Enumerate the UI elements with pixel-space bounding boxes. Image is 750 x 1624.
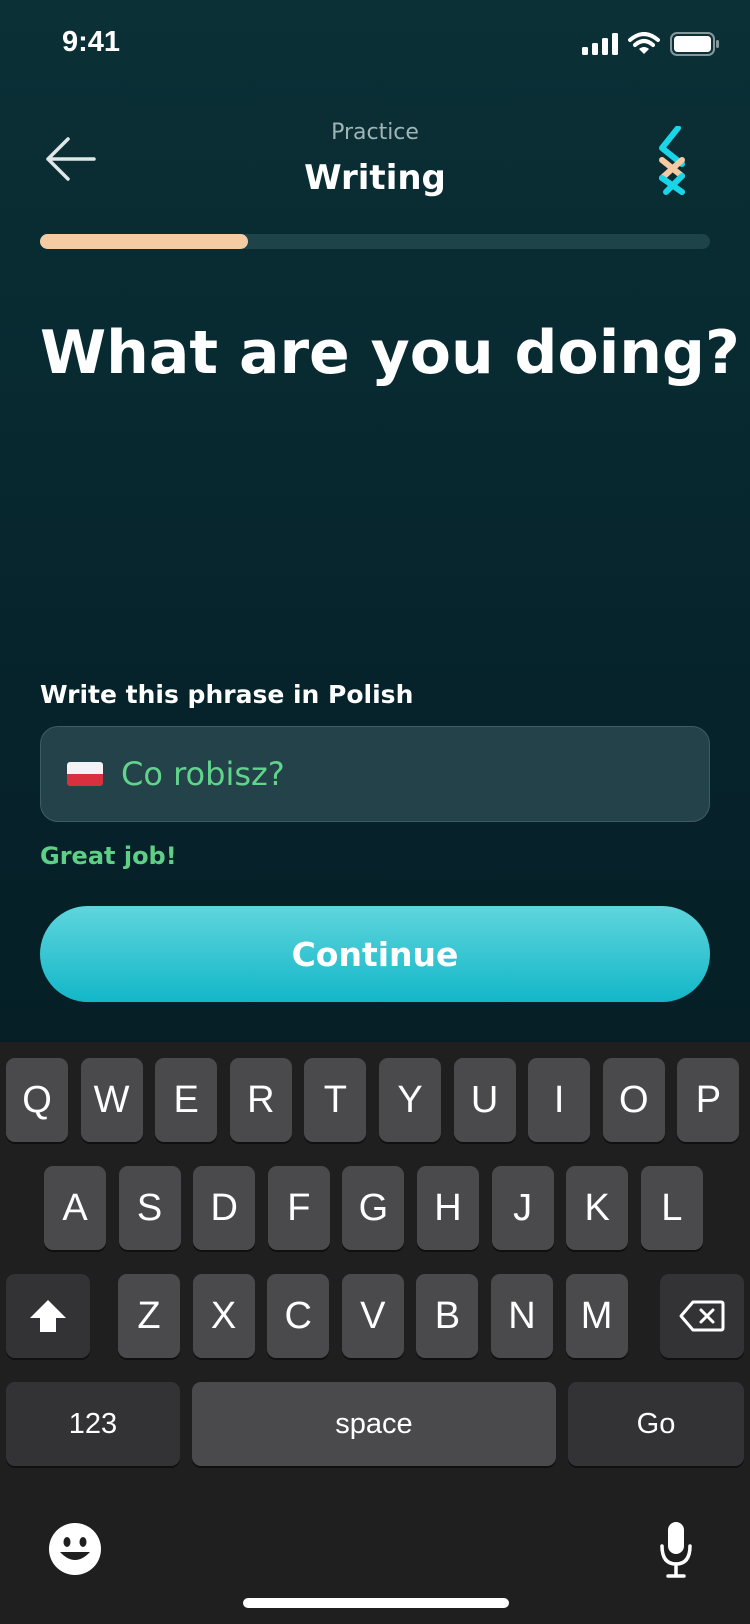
key-q[interactable]: Q [6,1058,68,1142]
key-m[interactable]: M [565,1274,628,1358]
header-title: Writing [304,158,446,198]
practice-screen: 9:41 Practice Writing What are you doing… [0,0,750,1042]
shift-key[interactable] [6,1274,90,1358]
keyboard: QWERTYUIOP ASDFGHJKL ZXCVBNM 123 space G… [0,1042,750,1624]
answer-input[interactable]: Co robisz? [40,726,710,822]
battery-icon [670,32,719,56]
poland-flag-icon [67,762,103,786]
key-a[interactable]: A [44,1166,106,1250]
app-logo-icon [659,125,685,195]
key-r[interactable]: R [229,1058,292,1142]
key-u[interactable]: U [453,1058,516,1142]
numbers-key[interactable]: 123 [6,1382,180,1466]
app-logo [656,125,696,196]
key-y[interactable]: Y [379,1058,441,1142]
key-x[interactable]: X [192,1274,255,1358]
key-f[interactable]: F [267,1166,330,1250]
key-n[interactable]: N [491,1274,553,1358]
shift-arrow-icon [30,1300,66,1332]
delete-key[interactable] [660,1274,744,1358]
key-l[interactable]: L [640,1166,703,1250]
header-subtitle: Practice [331,120,419,145]
key-t[interactable]: T [304,1058,367,1142]
key-g[interactable]: G [342,1166,405,1250]
lesson-progress-bar [40,234,710,249]
key-p[interactable]: P [677,1058,740,1142]
wifi-icon [628,32,660,54]
space-key[interactable]: space [192,1382,556,1466]
cellular-signal-icon [582,33,618,55]
key-z[interactable]: Z [118,1274,180,1358]
key-h[interactable]: H [417,1166,479,1250]
key-k[interactable]: K [566,1166,629,1250]
microphone-icon [660,1522,692,1578]
key-j[interactable]: J [491,1166,554,1250]
feedback-text: Great job! [40,842,177,870]
home-indicator [243,1598,509,1608]
question-text: What are you doing? [40,318,740,388]
instruction-text: Write this phrase in Polish [40,680,414,709]
key-i[interactable]: I [528,1058,591,1142]
key-v[interactable]: V [341,1274,404,1358]
key-d[interactable]: D [193,1166,256,1250]
status-icons [582,32,720,56]
key-b[interactable]: B [416,1274,479,1358]
screen: 9:41 Practice Writing What are you doing… [0,0,750,1624]
key-e[interactable]: E [155,1058,218,1142]
emoji-button[interactable] [48,1522,102,1576]
key-w[interactable]: W [80,1058,143,1142]
go-key[interactable]: Go [568,1382,744,1466]
status-time: 9:41 [62,26,121,58]
delete-backspace-icon [679,1300,725,1332]
key-c[interactable]: C [267,1274,330,1358]
answer-value: Co robisz? [121,755,285,793]
continue-button[interactable]: Continue [40,906,710,1002]
lesson-progress-fill [40,234,248,249]
key-o[interactable]: O [602,1058,665,1142]
emoji-smiley-icon [49,1523,101,1575]
dictation-button[interactable] [658,1520,694,1580]
key-s[interactable]: S [118,1166,181,1250]
